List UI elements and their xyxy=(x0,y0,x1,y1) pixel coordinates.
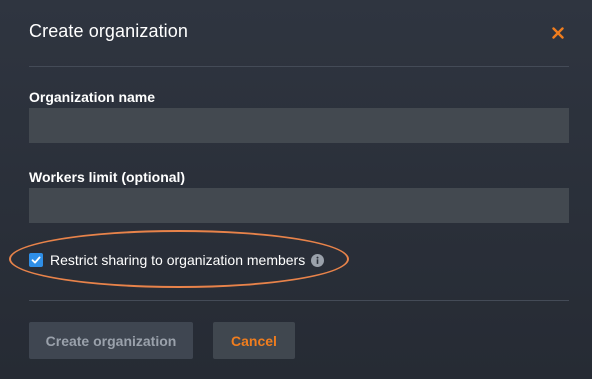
restrict-sharing-row: Restrict sharing to organization members xyxy=(29,250,324,270)
organization-name-label: Organization name xyxy=(29,89,156,105)
organization-name-input[interactable] xyxy=(29,108,569,143)
restrict-sharing-checkbox[interactable] xyxy=(29,253,43,267)
workers-limit-label: Workers limit (optional) xyxy=(29,169,186,185)
create-organization-dialog: Create organization Organization name Wo… xyxy=(0,0,592,379)
create-organization-button[interactable]: Create organization xyxy=(29,322,193,359)
dialog-header: Create organization xyxy=(0,0,592,66)
restrict-sharing-label[interactable]: Restrict sharing to organization members xyxy=(50,252,305,268)
checkmark-icon xyxy=(31,256,41,264)
cancel-button[interactable]: Cancel xyxy=(213,322,295,359)
close-icon xyxy=(552,27,564,39)
close-button[interactable] xyxy=(545,20,571,46)
info-icon[interactable] xyxy=(310,253,324,267)
dialog-title: Create organization xyxy=(29,21,188,41)
workers-limit-input[interactable] xyxy=(29,188,569,223)
footer-divider xyxy=(29,300,569,301)
header-divider xyxy=(29,66,569,67)
